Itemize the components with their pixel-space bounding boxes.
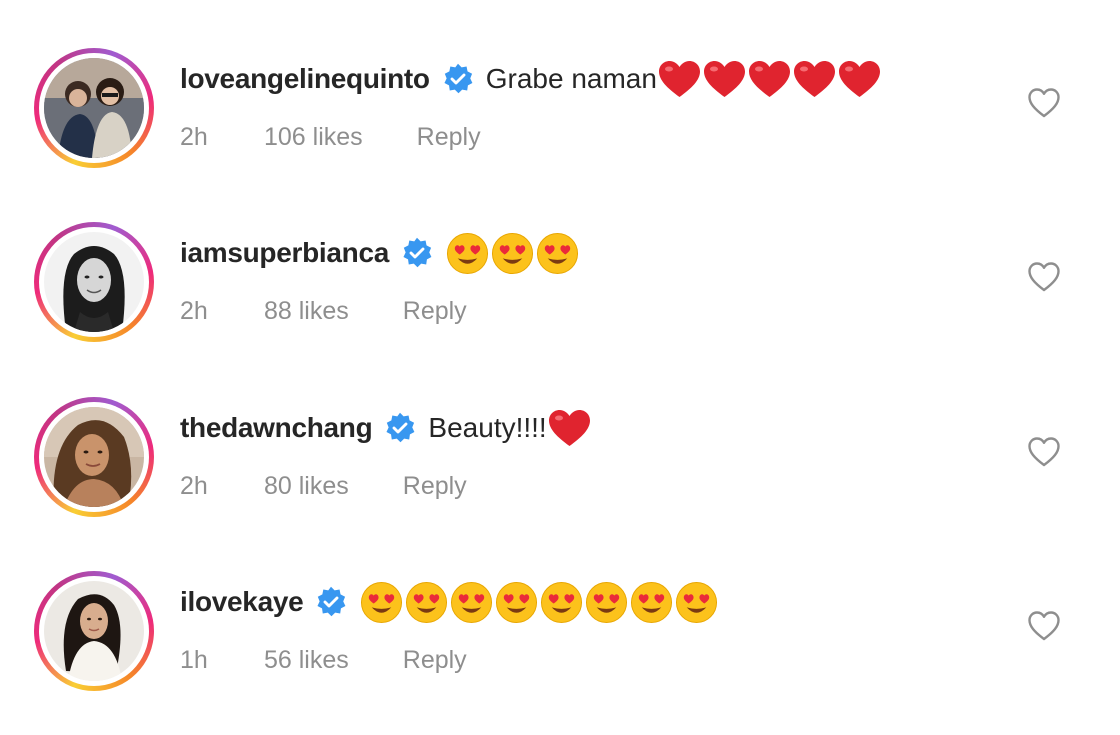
comment-line: loveangelinequinto Grabe naman <box>180 59 882 99</box>
reply-button[interactable]: Reply <box>403 297 467 326</box>
heart-outline-icon[interactable] <box>1027 261 1061 293</box>
heart-eyes-emoji-icon <box>674 580 719 625</box>
comment-text: Grabe naman <box>485 63 657 94</box>
heart-outline-icon[interactable] <box>1027 436 1061 468</box>
heart-eyes-emoji-icon <box>445 231 490 276</box>
username-link[interactable]: ilovekaye <box>180 586 304 618</box>
comment-meta: 2h 80 likes Reply <box>180 468 467 504</box>
reply-button[interactable]: Reply <box>403 646 467 675</box>
avatar[interactable] <box>34 222 154 342</box>
likes-count[interactable]: 88 likes <box>264 297 349 326</box>
username-link[interactable]: iamsuperbianca <box>180 237 389 269</box>
reply-button[interactable]: Reply <box>417 123 481 152</box>
heart-eyes-emoji-icon <box>404 580 449 625</box>
red-heart-icon <box>657 59 702 99</box>
verified-badge-icon <box>442 63 474 95</box>
verified-badge-icon <box>384 412 416 444</box>
emoji-group <box>359 580 719 625</box>
comments-list: loveangelinequinto Grabe naman 2h 106 li… <box>0 0 1120 735</box>
avatar[interactable] <box>34 571 154 691</box>
heart-eyes-emoji-icon <box>359 580 404 625</box>
avatar-image <box>44 581 144 681</box>
heart-eyes-emoji-icon <box>584 580 629 625</box>
reply-button[interactable]: Reply <box>403 472 467 501</box>
comment-time: 2h <box>180 296 208 325</box>
heart-outline-icon[interactable] <box>1027 87 1061 119</box>
heart-eyes-emoji-icon <box>539 580 584 625</box>
comment-line: thedawnchang Beauty!!!! <box>180 408 592 448</box>
red-heart-icon <box>747 59 792 99</box>
comment-item: thedawnchang Beauty!!!! 2h 80 likes Repl… <box>0 394 1120 564</box>
heart-eyes-emoji-icon <box>535 231 580 276</box>
username-link[interactable]: loveangelinequinto <box>180 63 430 95</box>
comment-time: 2h <box>180 471 208 500</box>
comment-item: ilovekaye 1h 56 likes Reply <box>0 568 1120 735</box>
username-link[interactable]: thedawnchang <box>180 412 373 444</box>
verified-badge-icon <box>315 586 347 618</box>
emoji-group <box>445 231 580 276</box>
comment-text: Beauty!!!! <box>428 412 547 443</box>
comment-meta: 1h 56 likes Reply <box>180 642 467 678</box>
likes-count[interactable]: 106 likes <box>264 123 363 152</box>
comment-line: iamsuperbianca <box>180 231 580 276</box>
verified-badge-icon <box>401 237 433 269</box>
avatar-image <box>44 232 144 332</box>
heart-outline-icon[interactable] <box>1027 610 1061 642</box>
avatar[interactable] <box>34 48 154 168</box>
avatar-image <box>44 407 144 507</box>
heart-eyes-emoji-icon <box>629 580 674 625</box>
comment-time: 2h <box>180 122 208 151</box>
avatar-image <box>44 58 144 158</box>
comment-item: iamsuperbianca 2h 88 likes Reply <box>0 219 1120 389</box>
avatar[interactable] <box>34 397 154 517</box>
emoji-group <box>547 408 592 448</box>
red-heart-icon <box>837 59 882 99</box>
comment-meta: 2h 106 likes Reply <box>180 119 481 155</box>
red-heart-icon <box>547 408 592 448</box>
comment-item: loveangelinequinto Grabe naman 2h 106 li… <box>0 45 1120 215</box>
heart-eyes-emoji-icon <box>490 231 535 276</box>
comment-meta: 2h 88 likes Reply <box>180 293 467 329</box>
heart-eyes-emoji-icon <box>449 580 494 625</box>
comment-line: ilovekaye <box>180 580 719 625</box>
likes-count[interactable]: 80 likes <box>264 472 349 501</box>
red-heart-icon <box>792 59 837 99</box>
heart-eyes-emoji-icon <box>494 580 539 625</box>
red-heart-icon <box>702 59 747 99</box>
comment-time: 1h <box>180 645 208 674</box>
emoji-group <box>657 59 882 99</box>
likes-count[interactable]: 56 likes <box>264 646 349 675</box>
